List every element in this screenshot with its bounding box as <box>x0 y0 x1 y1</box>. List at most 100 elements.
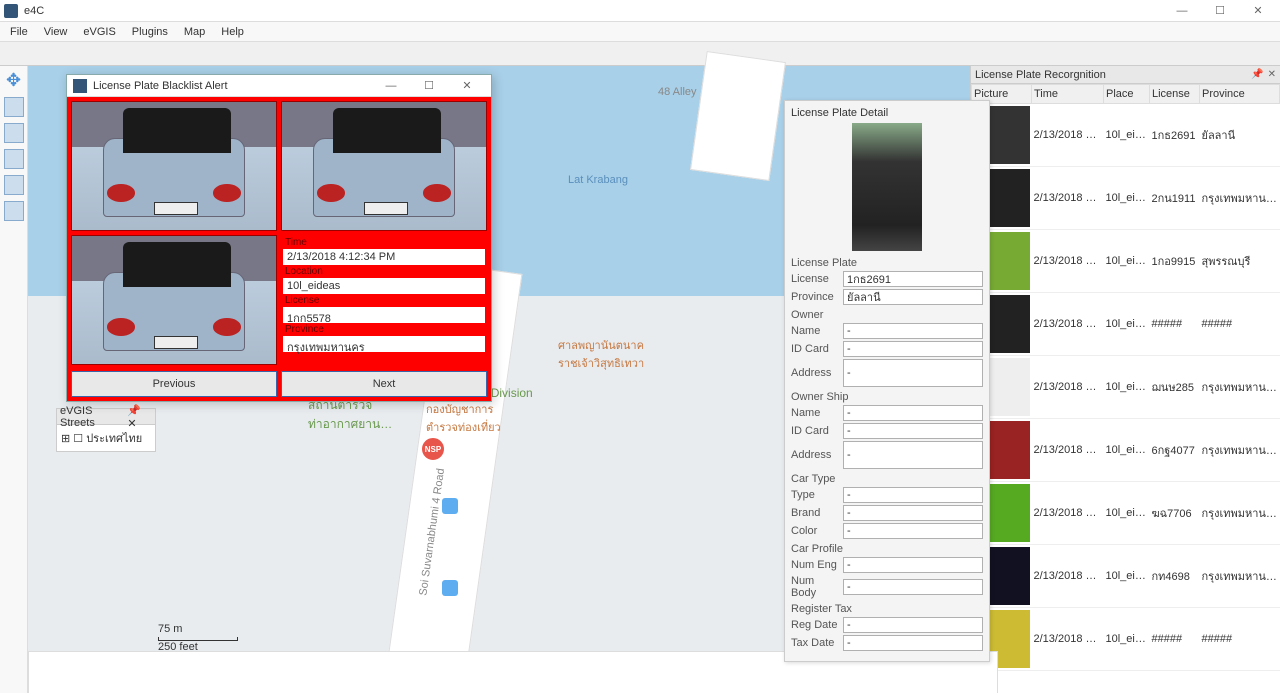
recognition-table[interactable]: Picture Time Place License Province 2/13… <box>971 84 1280 671</box>
time-label: Time <box>283 237 485 248</box>
menu-help[interactable]: Help <box>213 24 252 40</box>
menu-plugins[interactable]: Plugins <box>124 24 176 40</box>
row-time: 2/13/2018 4:1… <box>1032 545 1104 608</box>
menu-view[interactable]: View <box>36 24 76 40</box>
dialog-maximize-button[interactable]: ☐ <box>411 76 447 96</box>
row-license: ฆฉ7706 <box>1150 482 1200 545</box>
row-place: 10l_eide… <box>1104 482 1150 545</box>
tool-icon[interactable] <box>4 201 24 221</box>
col-time[interactable]: Time <box>1032 85 1104 104</box>
move-tool-icon[interactable]: ✥ <box>6 70 21 91</box>
close-icon[interactable]: ✕ <box>127 418 136 430</box>
menu-file[interactable]: File <box>2 24 36 40</box>
license-value: 1กก5578 <box>283 307 485 323</box>
recognition-panel: License Plate Recorgnition 📌✕ Picture Ti… <box>970 66 1280 693</box>
next-button[interactable]: Next <box>281 371 487 397</box>
col-province[interactable]: Province <box>1200 85 1280 104</box>
province-field[interactable]: ยัลลานี <box>843 289 983 305</box>
owner-idcard-field[interactable]: - <box>843 341 983 357</box>
tool-icon[interactable] <box>4 97 24 117</box>
dialog-title: License Plate Blacklist Alert <box>93 80 228 92</box>
row-time: 2/13/2018 4:1… <box>1032 167 1104 230</box>
row-time: 2/13/2018 4:1… <box>1032 356 1104 419</box>
row-province: ##### <box>1200 293 1280 356</box>
tree-expand-icon[interactable]: ⊞ <box>61 433 70 445</box>
pin-icon[interactable]: 📌 <box>1251 69 1263 80</box>
row-place: 10l_eide… <box>1104 419 1150 482</box>
close-icon[interactable]: ✕ <box>1268 69 1276 80</box>
tool-icon[interactable] <box>4 123 24 143</box>
map-scale: 75 m250 feet <box>158 623 238 653</box>
car-image <box>71 101 277 231</box>
row-place: 10l_eide… <box>1104 545 1150 608</box>
ownership-address-field[interactable]: - <box>843 441 983 469</box>
taxdate-field[interactable]: - <box>843 635 983 651</box>
left-toolbar: ✥ <box>0 66 28 693</box>
row-license: 2กน1911 <box>1150 167 1200 230</box>
color-field[interactable]: - <box>843 523 983 539</box>
ownership-name-field[interactable]: - <box>843 405 983 421</box>
numeng-field[interactable]: - <box>843 557 983 573</box>
menu-evgis[interactable]: eVGIS <box>75 24 123 40</box>
app-title: e4C <box>24 5 44 17</box>
row-place: 10l_eide… <box>1104 608 1150 671</box>
maximize-button[interactable]: ☐ <box>1202 1 1238 21</box>
app-titlebar: e4C — ☐ ✕ <box>0 0 1280 22</box>
dialog-close-button[interactable]: ✕ <box>449 76 485 96</box>
minimize-button[interactable]: — <box>1164 1 1200 21</box>
license-field[interactable]: 1กธ2691 <box>843 271 983 287</box>
row-license: 1กอ9915 <box>1150 230 1200 293</box>
car-image <box>281 101 487 231</box>
type-field[interactable]: - <box>843 487 983 503</box>
table-row[interactable]: 2/13/2018 4:1…10l_eide…ฆฉ7706กรุงเทพมหาน… <box>972 482 1280 545</box>
numbody-field[interactable]: - <box>843 579 983 595</box>
table-row[interactable]: 2/13/2018 4:1…10l_eide…1กอ9915สุพรรณบุรี <box>972 230 1280 293</box>
row-place: 10l_eide… <box>1104 230 1150 293</box>
dialog-icon <box>73 79 87 93</box>
tool-icon[interactable] <box>4 149 24 169</box>
streets-panel: eVGIS Streets📌 ✕ ⊞ ☐ ประเทศไทย <box>56 408 156 452</box>
section-ownership: Owner Ship <box>791 391 983 403</box>
row-license: ##### <box>1150 293 1200 356</box>
row-province: กรุงเทพมหานคร <box>1200 167 1280 230</box>
row-license: 1กธ2691 <box>1150 104 1200 167</box>
brand-field[interactable]: - <box>843 505 983 521</box>
row-province: ##### <box>1200 608 1280 671</box>
streets-title: eVGIS Streets <box>60 405 127 429</box>
pin-icon[interactable]: 📌 <box>127 405 141 417</box>
row-time: 2/13/2018 4:1… <box>1032 293 1104 356</box>
detail-image <box>852 123 922 251</box>
table-row[interactable]: 2/13/2018 4:1…10l_eide…########## <box>972 608 1280 671</box>
row-time: 2/13/2018 4:1… <box>1032 608 1104 671</box>
menu-map[interactable]: Map <box>176 24 213 40</box>
close-button[interactable]: ✕ <box>1240 1 1276 21</box>
previous-button[interactable]: Previous <box>71 371 277 397</box>
ownership-idcard-field[interactable]: - <box>843 423 983 439</box>
nsp-marker-icon[interactable]: NSP <box>420 436 446 462</box>
row-time: 2/13/2018 4:1… <box>1032 419 1104 482</box>
owner-address-field[interactable]: - <box>843 359 983 387</box>
table-row[interactable]: 2/13/2018 4:1…10l_eide…1กธ2691ยัลลานี <box>972 104 1280 167</box>
location-label: Location <box>283 266 485 277</box>
table-row[interactable]: 2/13/2018 4:1…10l_eide…ฌนษ285กรุงเทพมหาน… <box>972 356 1280 419</box>
bus-stop-icon <box>442 580 458 596</box>
tree-node[interactable]: ประเทศไทย <box>86 433 142 445</box>
table-row[interactable]: 2/13/2018 4:1…10l_eide…กท4698กรุงเทพมหาน… <box>972 545 1280 608</box>
table-row[interactable]: 2/13/2018 4:1…10l_eide…6กฐ4077กรุงเทพมหา… <box>972 419 1280 482</box>
tool-icon[interactable] <box>4 175 24 195</box>
col-place[interactable]: Place <box>1104 85 1150 104</box>
dialog-minimize-button[interactable]: — <box>373 76 409 96</box>
table-row[interactable]: 2/13/2018 4:1…10l_eide…########## <box>972 293 1280 356</box>
row-time: 2/13/2018 4:1… <box>1032 482 1104 545</box>
app-icon <box>4 4 18 18</box>
row-place: 10l_eide… <box>1104 167 1150 230</box>
license-plate-detail-panel: License Plate Detail License Plate Licen… <box>784 100 990 662</box>
row-province: กรุงเทพมหานคร <box>1200 545 1280 608</box>
table-row[interactable]: 2/13/2018 4:1…10l_eide…2กน1911กรุงเทพมหา… <box>972 167 1280 230</box>
row-province: สุพรรณบุรี <box>1200 230 1280 293</box>
regdate-field[interactable]: - <box>843 617 983 633</box>
col-license[interactable]: License <box>1150 85 1200 104</box>
license-label: License <box>283 295 485 306</box>
province-label: Province <box>283 324 485 335</box>
owner-name-field[interactable]: - <box>843 323 983 339</box>
